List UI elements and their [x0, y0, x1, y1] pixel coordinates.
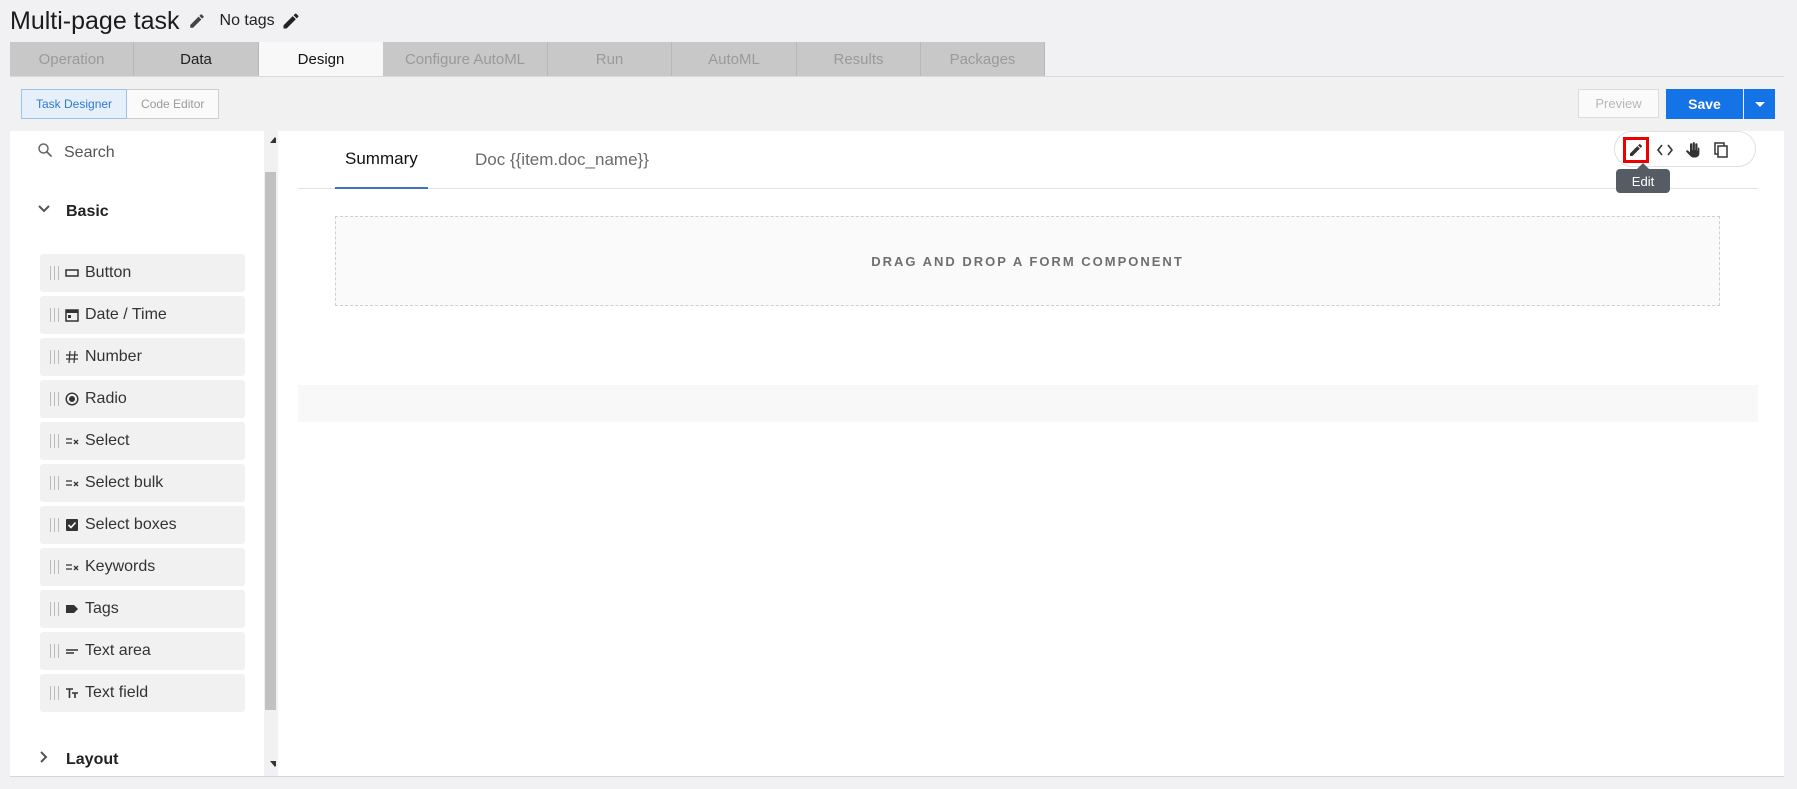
search-icon: [36, 141, 54, 164]
text-area-icon: [65, 644, 79, 658]
search-input[interactable]: [64, 143, 214, 162]
drag-handle-icon: [50, 602, 59, 616]
save-button[interactable]: Save: [1666, 89, 1743, 119]
tab-packages[interactable]: Packages: [921, 42, 1045, 76]
group-layout-label: Layout: [66, 750, 119, 768]
checkbox-icon: [65, 518, 79, 532]
text-field-icon: [65, 686, 79, 700]
form-canvas: Summary Doc {{item.doc_name}} Edit DRAG …: [278, 131, 1784, 776]
tab-design[interactable]: Design: [259, 42, 383, 76]
drag-handle-icon: [50, 476, 59, 490]
component-label: Text field: [85, 684, 149, 701]
component-list: Button Date / Time Number Radio Select S…: [40, 254, 245, 716]
select-list-icon: [65, 560, 79, 574]
radio-icon: [65, 392, 79, 406]
tab-results[interactable]: Results: [797, 42, 921, 76]
chevron-down-icon: [36, 201, 52, 222]
scroll-up-arrow-icon[interactable]: [270, 137, 276, 143]
tags-label: No tags: [219, 12, 275, 29]
drag-handle-icon: [50, 644, 59, 658]
save-options-dropdown-button[interactable]: [1744, 89, 1775, 119]
calendar-icon: [65, 308, 79, 322]
hash-icon: [65, 350, 79, 364]
component-palette: Basic Button Date / Time Number Radio Se…: [10, 131, 276, 776]
tab-data[interactable]: Data: [134, 42, 259, 76]
component-label: Text area: [85, 642, 151, 659]
drag-handle-icon: [50, 266, 59, 280]
editor-mode-toggle: Task Designer Code Editor: [21, 89, 220, 119]
edit-title-pencil-icon[interactable]: [188, 12, 206, 30]
component-select[interactable]: Select: [40, 422, 245, 460]
page-tab-summary[interactable]: Summary: [335, 131, 428, 189]
page-tab-bar: Summary Doc {{item.doc_name}}: [298, 131, 1758, 189]
component-date-time[interactable]: Date / Time: [40, 296, 245, 334]
palette-scrollbar[interactable]: [264, 131, 276, 776]
component-label: Button: [85, 264, 132, 281]
edit-tags-pencil-icon[interactable]: [281, 11, 301, 31]
code-icon[interactable]: [1654, 139, 1676, 161]
task-designer-button[interactable]: Task Designer: [21, 89, 128, 119]
canvas-footer-band: [298, 385, 1758, 422]
drag-handle-icon: [50, 686, 59, 700]
page-title: Multi-page task: [10, 6, 180, 35]
component-toolbar: [1614, 131, 1756, 167]
select-list-icon: [65, 476, 79, 490]
group-basic[interactable]: Basic: [36, 201, 109, 222]
preview-button[interactable]: Preview: [1578, 89, 1659, 118]
component-keywords[interactable]: Keywords: [40, 548, 245, 586]
component-label: Radio: [85, 390, 127, 407]
component-tags[interactable]: Tags: [40, 590, 245, 628]
component-text-field[interactable]: Text field: [40, 674, 245, 712]
component-search: [36, 141, 214, 164]
component-select-boxes[interactable]: Select boxes: [40, 506, 245, 544]
drag-handle-icon: [50, 392, 59, 406]
component-radio[interactable]: Radio: [40, 380, 245, 418]
copy-icon[interactable]: [1710, 139, 1732, 161]
component-label: Select bulk: [85, 474, 164, 491]
drag-handle-icon: [50, 350, 59, 364]
select-list-icon: [65, 434, 79, 448]
component-label: Keywords: [85, 558, 156, 575]
edit-pencil-icon[interactable]: [1623, 137, 1649, 163]
component-label: Date / Time: [85, 306, 167, 323]
component-label: Select boxes: [85, 516, 177, 533]
tab-automl[interactable]: AutoML: [672, 42, 797, 76]
drop-zone[interactable]: DRAG AND DROP A FORM COMPONENT: [335, 216, 1720, 306]
component-select-bulk[interactable]: Select bulk: [40, 464, 245, 502]
task-header: Multi-page task No tags: [10, 6, 301, 36]
bottom-divider: [10, 776, 1784, 777]
component-button[interactable]: Button: [40, 254, 245, 292]
button-icon: [65, 266, 79, 280]
scroll-thumb[interactable]: [265, 172, 276, 710]
chevron-right-icon: [36, 749, 52, 770]
code-editor-button[interactable]: Code Editor: [127, 89, 220, 119]
group-basic-label: Basic: [66, 202, 109, 220]
component-number[interactable]: Number: [40, 338, 245, 376]
page-tab-doc[interactable]: Doc {{item.doc_name}}: [475, 131, 649, 189]
main-tab-bar: Operation Data Design Configure AutoML R…: [10, 42, 1045, 76]
component-label: Select: [85, 432, 130, 449]
tab-operation[interactable]: Operation: [10, 42, 134, 76]
drag-handle-icon: [50, 518, 59, 532]
edit-tooltip: Edit: [1616, 163, 1670, 193]
component-text-area[interactable]: Text area: [40, 632, 245, 670]
component-label: Number: [85, 348, 142, 365]
hand-drag-icon[interactable]: [1682, 139, 1704, 161]
tab-run[interactable]: Run: [548, 42, 672, 76]
drag-handle-icon: [50, 560, 59, 574]
tag-icon: [65, 602, 79, 616]
component-label: Tags: [85, 600, 119, 617]
scroll-down-arrow-icon[interactable]: [270, 761, 276, 767]
drag-handle-icon: [50, 308, 59, 322]
designer-toolbar: Task Designer Code Editor Preview Save: [10, 76, 1784, 130]
tab-configure-automl[interactable]: Configure AutoML: [383, 42, 548, 76]
drag-handle-icon: [50, 434, 59, 448]
group-layout[interactable]: Layout: [36, 749, 118, 770]
